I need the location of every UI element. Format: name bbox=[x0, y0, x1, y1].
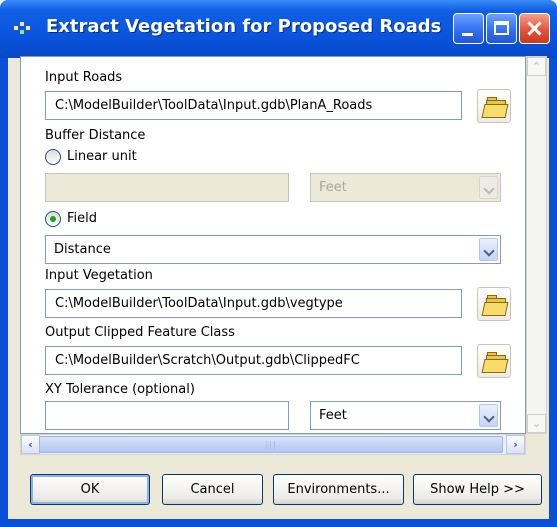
maximize-button[interactable] bbox=[486, 13, 517, 44]
dialog-window: Extract Vegetation for Proposed Roads In… bbox=[0, 0, 557, 527]
title-bar[interactable]: Extract Vegetation for Proposed Roads bbox=[0, 0, 557, 58]
chevron-left-icon: ‹ bbox=[28, 438, 33, 451]
radio-selected-dot bbox=[50, 216, 56, 222]
scroll-left-button[interactable]: ‹ bbox=[21, 435, 40, 454]
parameters-pane: Input Roads C:\ModelBuilder\ToolData\Inp… bbox=[20, 56, 526, 434]
scroll-grip-icon: ||| bbox=[265, 440, 277, 449]
horizontal-scroll-thumb[interactable]: ||| bbox=[39, 436, 503, 453]
xy-tolerance-units-value: Feet bbox=[319, 408, 347, 423]
minimize-button[interactable] bbox=[453, 13, 484, 44]
window-title: Extract Vegetation for Proposed Roads bbox=[46, 16, 442, 37]
field-radio[interactable] bbox=[45, 211, 61, 227]
chevron-right-icon: › bbox=[513, 438, 518, 451]
output-feature-class-field[interactable]: C:\ModelBuilder\Scratch\Output.gdb\Clipp… bbox=[45, 346, 462, 375]
scroll-up-button[interactable]: ⌃ bbox=[527, 57, 546, 76]
dropdown-arrow-button[interactable] bbox=[479, 176, 498, 199]
input-vegetation-field[interactable]: C:\ModelBuilder\ToolData\Input.gdb\vegty… bbox=[45, 289, 462, 318]
scroll-down-button[interactable]: ⌄ bbox=[527, 414, 546, 433]
output-feature-class-label: Output Clipped Feature Class bbox=[45, 325, 235, 340]
minimize-icon bbox=[462, 33, 473, 36]
close-icon bbox=[520, 14, 549, 43]
xy-tolerance-value-field[interactable] bbox=[45, 401, 289, 430]
cancel-button[interactable]: Cancel bbox=[162, 474, 263, 505]
linear-unit-radio[interactable] bbox=[45, 149, 61, 165]
linear-unit-label: Linear unit bbox=[67, 149, 137, 164]
field-label: Field bbox=[67, 211, 98, 226]
chevron-down-icon bbox=[483, 411, 495, 423]
input-vegetation-label: Input Vegetation bbox=[45, 268, 153, 283]
linear-unit-units-select[interactable]: Feet bbox=[310, 173, 501, 202]
environments-button[interactable]: Environments... bbox=[273, 474, 404, 505]
close-button[interactable] bbox=[519, 13, 550, 44]
xy-tolerance-units-select[interactable]: Feet bbox=[310, 401, 501, 430]
input-roads-label: Input Roads bbox=[45, 70, 123, 85]
maximize-icon bbox=[494, 21, 509, 35]
horizontal-scrollbar[interactable]: ‹ ||| › bbox=[20, 434, 526, 455]
linear-unit-units-value: Feet bbox=[319, 180, 347, 195]
toolbox-model-icon bbox=[14, 20, 38, 36]
xy-tolerance-label: XY Tolerance (optional) bbox=[45, 382, 195, 397]
chevron-up-icon: ⌃ bbox=[531, 60, 542, 73]
ok-button[interactable]: OK bbox=[30, 474, 150, 505]
vertical-scrollbar[interactable]: ⌃ ⌄ bbox=[526, 56, 547, 434]
chevron-down-icon bbox=[483, 183, 495, 195]
input-vegetation-browse-button[interactable] bbox=[477, 287, 511, 321]
linear-unit-value-field[interactable] bbox=[45, 173, 289, 202]
field-select-value: Distance bbox=[54, 242, 111, 257]
chevron-down-icon: ⌄ bbox=[531, 417, 542, 430]
dropdown-arrow-button[interactable] bbox=[479, 238, 498, 261]
scroll-right-button[interactable]: › bbox=[506, 435, 525, 454]
input-roads-field[interactable]: C:\ModelBuilder\ToolData\Input.gdb\PlanA… bbox=[45, 91, 462, 120]
dropdown-arrow-button[interactable] bbox=[479, 404, 498, 427]
field-select[interactable]: Distance bbox=[45, 235, 501, 264]
buffer-distance-label: Buffer Distance bbox=[45, 128, 146, 143]
input-roads-browse-button[interactable] bbox=[477, 89, 511, 123]
show-help-button[interactable]: Show Help >> bbox=[413, 474, 542, 505]
output-feature-class-browse-button[interactable] bbox=[477, 344, 511, 378]
chevron-down-icon bbox=[483, 245, 495, 257]
scroll-corner bbox=[526, 434, 547, 455]
